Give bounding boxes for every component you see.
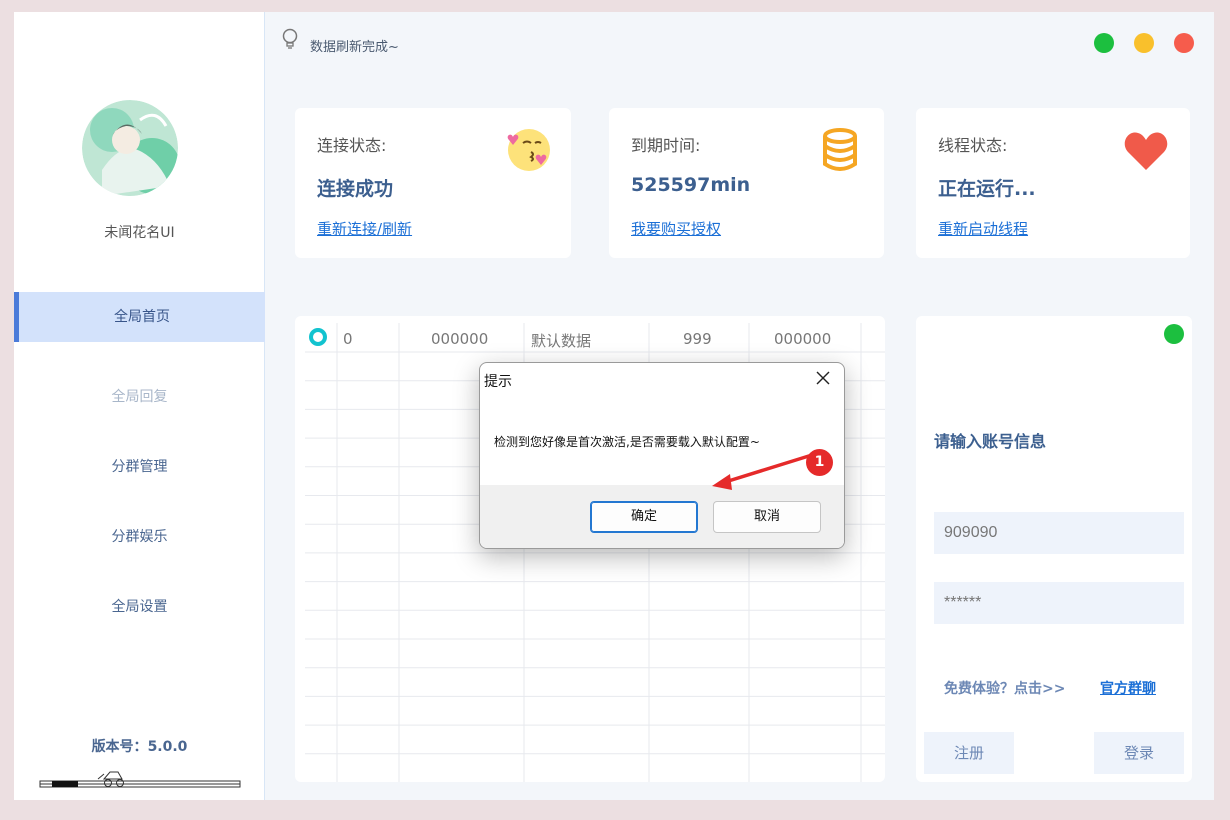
grid-cell: 000000 bbox=[774, 330, 832, 348]
login-title: 请输入账号信息 bbox=[934, 432, 1047, 451]
version-number: 5.0.0 bbox=[147, 739, 188, 755]
tractor-progress-illustration bbox=[39, 771, 241, 788]
database-icon bbox=[823, 128, 857, 171]
nav-item-global-reply[interactable]: 全局回复 bbox=[14, 372, 265, 422]
nav-item-home[interactable]: 全局首页 bbox=[14, 292, 265, 342]
card-value: 正在运行... bbox=[938, 178, 1036, 200]
password-input[interactable] bbox=[934, 582, 1184, 624]
grid-cell: 999 bbox=[683, 330, 712, 348]
account-input[interactable] bbox=[934, 512, 1184, 554]
dialog-title: 提示 bbox=[484, 374, 512, 390]
online-status-indicator bbox=[1164, 324, 1184, 344]
heart-icon bbox=[1124, 132, 1168, 170]
grid-cell: 000000 bbox=[431, 330, 489, 348]
reconnect-link[interactable]: 重新连接/刷新 bbox=[317, 218, 412, 239]
avatar-illustration bbox=[82, 100, 178, 196]
card-value: 连接成功 bbox=[317, 178, 394, 200]
register-button[interactable]: 注册 bbox=[924, 732, 1014, 774]
close-button[interactable] bbox=[1174, 33, 1194, 53]
status-message: 数据刷新完成~ bbox=[310, 40, 399, 55]
app-name: 未闻花名UI bbox=[104, 225, 175, 241]
close-icon[interactable] bbox=[814, 369, 832, 387]
nav-item-group-management[interactable]: 分群管理 bbox=[14, 442, 265, 492]
row-radio-button[interactable] bbox=[309, 328, 327, 346]
buy-license-link[interactable]: 我要购买授权 bbox=[631, 218, 721, 239]
free-trial-link[interactable]: 免费体验？点击>> bbox=[944, 678, 1065, 698]
official-group-link[interactable]: 官方群聊 bbox=[1100, 678, 1156, 698]
annotation-badge: 1 bbox=[806, 449, 833, 476]
confirm-button[interactable]: 确定 bbox=[590, 501, 698, 533]
card-title: 连接状态: bbox=[317, 136, 387, 155]
avatar[interactable] bbox=[82, 100, 178, 196]
grid-cell: 默认数据 bbox=[531, 332, 592, 350]
nav-item-group-entertainment[interactable]: 分群娱乐 bbox=[14, 512, 265, 562]
card-title: 到期时间: bbox=[631, 136, 701, 155]
version-info: 版本号：5.0.0 bbox=[14, 736, 265, 756]
nav-item-global-settings[interactable]: 全局设置 bbox=[14, 582, 265, 632]
expiry-card: 到期时间: 525597min 我要购买授权 bbox=[609, 108, 884, 258]
connection-status-card: 连接状态: 连接成功 重新连接/刷新 bbox=[295, 108, 571, 258]
card-value: 525597min bbox=[631, 174, 751, 196]
thread-status-card: 线程状态: 正在运行... 重新启动线程 bbox=[916, 108, 1190, 258]
kiss-emoji-icon bbox=[507, 129, 550, 171]
login-button[interactable]: 登录 bbox=[1094, 732, 1184, 774]
login-panel: 请输入账号信息 免费体验？点击>> 官方群聊 注册 登录 bbox=[916, 316, 1192, 782]
grid-cell: 0 bbox=[343, 330, 353, 348]
minimize-button[interactable] bbox=[1134, 33, 1154, 53]
card-title: 线程状态: bbox=[938, 136, 1008, 155]
maximize-button[interactable] bbox=[1094, 33, 1114, 53]
version-label: 版本号： bbox=[91, 739, 148, 755]
lightbulb-icon bbox=[282, 28, 298, 49]
restart-thread-link[interactable]: 重新启动线程 bbox=[938, 218, 1028, 239]
dialog-message: 检测到您好像是首次激活,是否需要载入默认配置~ bbox=[494, 435, 760, 449]
sidebar: 未闻花名UI 全局首页 全局回复 分群管理 分群娱乐 全局设置 版本号：5.0.… bbox=[14, 12, 265, 800]
cancel-button[interactable]: 取消 bbox=[713, 501, 821, 533]
